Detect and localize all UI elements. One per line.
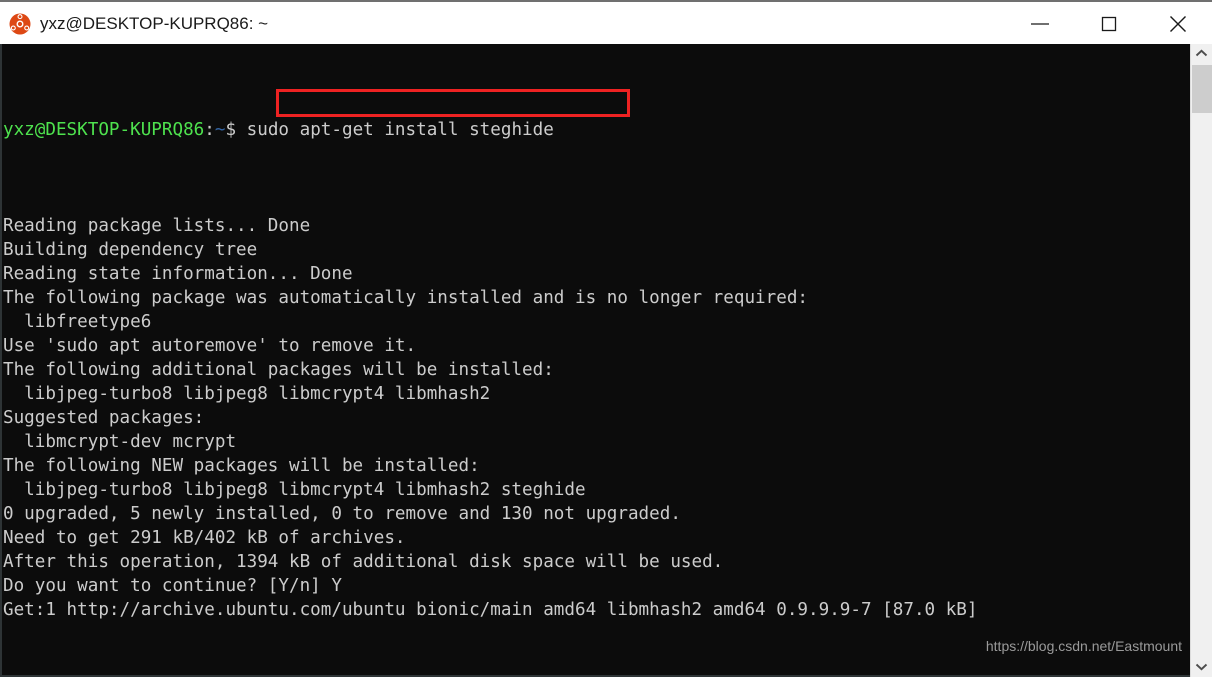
prompt-user-host: yxz@DESKTOP-KUPRQ86 — [3, 120, 205, 140]
terminal-output-line: libmcrypt-dev mcrypt — [3, 432, 237, 452]
scroll-down-button[interactable] — [1191, 657, 1212, 677]
close-button[interactable] — [1143, 4, 1212, 44]
terminal-output-line: libjpeg-turbo8 libjpeg8 libmcrypt4 libmh… — [3, 384, 491, 404]
terminal-output-line: The following NEW packages will be insta… — [3, 456, 480, 476]
maximize-icon — [1100, 15, 1118, 33]
prompt-colon: : — [204, 120, 215, 140]
terminal-output-line: The following package was automatically … — [3, 288, 809, 308]
typed-command: sudo apt-get install steghide — [246, 120, 554, 140]
terminal-prompt-line: yxz@DESKTOP-KUPRQ86:~$ sudo apt-get inst… — [3, 118, 1192, 142]
scroll-up-button[interactable] — [1191, 44, 1212, 64]
terminal-output-line: Building dependency tree — [3, 240, 258, 260]
scroll-thumb[interactable] — [1192, 65, 1212, 113]
terminal-output-line: libjpeg-turbo8 libjpeg8 libmcrypt4 libmh… — [3, 480, 586, 500]
terminal-body[interactable]: yxz@DESKTOP-KUPRQ86:~$ sudo apt-get inst… — [0, 44, 1212, 677]
terminal-output-line: Need to get 291 kB/402 kB of archives. — [3, 528, 406, 548]
titlebar-left-group: yxz@DESKTOP-KUPRQ86: ~ — [0, 13, 268, 35]
chevron-up-icon — [1195, 45, 1208, 63]
terminal-window: yxz@DESKTOP-KUPRQ86: ~ yxz@DESKTOP-KUPRQ… — [0, 0, 1212, 677]
maximize-button[interactable] — [1074, 4, 1143, 44]
prompt-path: ~ — [214, 120, 226, 140]
titlebar[interactable]: yxz@DESKTOP-KUPRQ86: ~ — [0, 4, 1212, 44]
chevron-down-icon — [1195, 658, 1208, 676]
terminal-output: Reading package lists... Done Building de… — [3, 214, 1192, 622]
terminal-output-line: After this operation, 1394 kB of additio… — [3, 552, 724, 572]
minimize-icon — [1029, 18, 1051, 30]
terminal-output-line: Use 'sudo apt autoremove' to remove it. — [3, 336, 417, 356]
terminal-output-line: Do you want to continue? [Y/n] Y — [3, 576, 342, 596]
terminal-screen[interactable]: yxz@DESKTOP-KUPRQ86:~$ sudo apt-get inst… — [2, 44, 1192, 677]
window-controls — [1005, 4, 1212, 44]
terminal-output-line: The following additional packages will b… — [3, 360, 554, 380]
watermark-text: https://blog.csdn.net/Eastmount — [985, 638, 1182, 654]
close-icon — [1167, 13, 1189, 35]
terminal-output-line: Reading state information... Done — [3, 264, 353, 284]
terminal-output-line: Get:1 http://archive.ubuntu.com/ubuntu b… — [3, 600, 978, 620]
prompt-sigil: $ — [225, 120, 237, 140]
window-title: yxz@DESKTOP-KUPRQ86: ~ — [40, 14, 269, 33]
prompt-gap — [236, 120, 247, 140]
ubuntu-logo-icon — [9, 13, 31, 35]
terminal-output-line: Suggested packages: — [3, 408, 205, 428]
terminal-output-line: 0 upgraded, 5 newly installed, 0 to remo… — [3, 504, 681, 524]
terminal-output-line: libfreetype6 — [3, 312, 152, 332]
vertical-scrollbar[interactable] — [1190, 44, 1212, 677]
minimize-button[interactable] — [1005, 4, 1074, 44]
terminal-output-line: Reading package lists... Done — [3, 216, 311, 236]
